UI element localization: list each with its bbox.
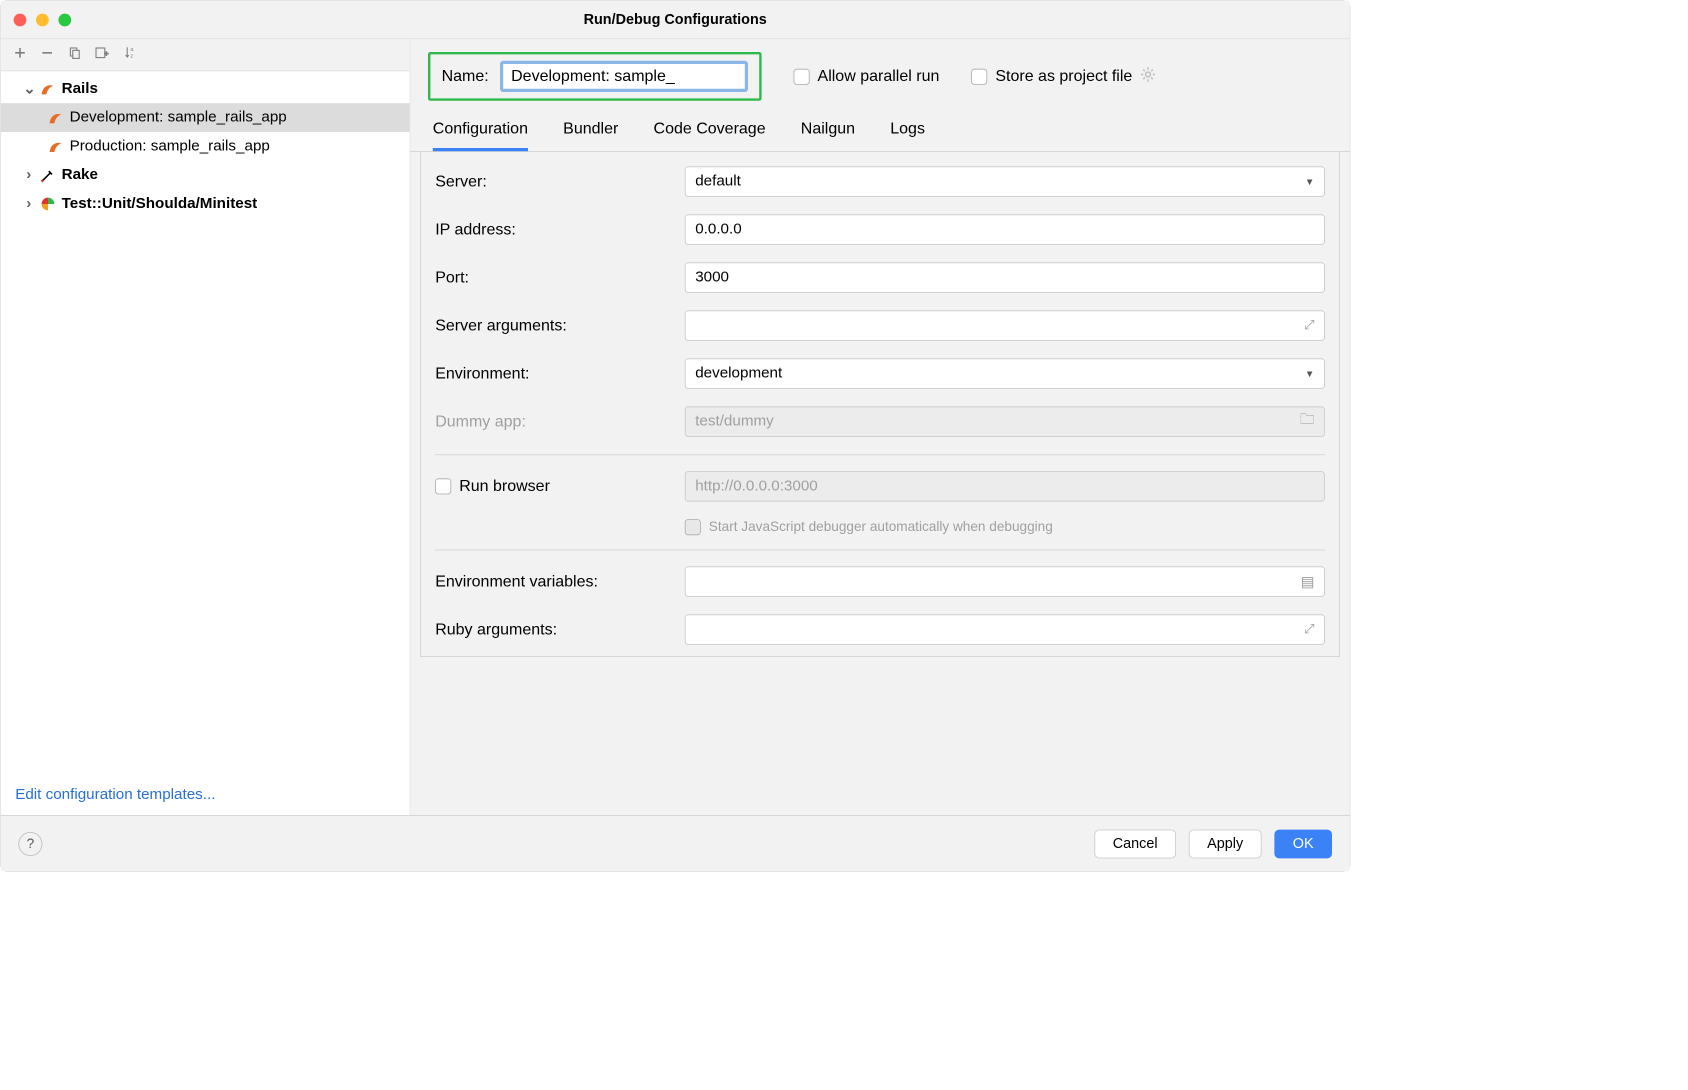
run-debug-configurations-dialog: Run/Debug Configurations az ⌄ Rails [0,0,1350,872]
tree-label: Rake [62,166,98,184]
ok-button[interactable]: OK [1274,829,1332,858]
server-args-label: Server arguments: [435,316,685,334]
run-browser-checkbox[interactable]: Run browser [435,477,685,495]
folder-icon: 🗀 [1300,410,1314,434]
help-button[interactable]: ? [18,832,42,856]
sort-alpha-button[interactable]: az [124,46,137,64]
checkbox-label: Store as project file [995,67,1132,85]
checkbox-box [685,519,701,535]
zoom-window-button[interactable] [58,13,71,26]
header-row: Name: Allow parallel run Store as projec… [410,39,1349,109]
tree-node-rake[interactable]: › Rake [1,161,410,190]
checkbox-label: Allow parallel run [818,67,940,85]
checkbox-label: Start JavaScript debugger automatically … [709,519,1053,535]
environment-value: development [695,365,782,383]
divider [435,454,1325,455]
server-args-input[interactable] [685,310,1325,340]
chevron-right-icon: › [23,166,34,184]
titlebar: Run/Debug Configurations [1,1,1350,39]
checkbox-box [435,478,451,494]
tabs: Configuration Bundler Code Coverage Nail… [410,109,1349,152]
checkbox-box [971,68,987,84]
tree-label: Production: sample_rails_app [70,138,270,156]
envvars-label: Environment variables: [435,572,685,590]
checkbox-label: Run browser [459,477,550,495]
gear-icon[interactable] [1140,66,1156,87]
tab-nailgun[interactable]: Nailgun [801,120,855,151]
svg-text:z: z [130,54,133,60]
ip-value: 0.0.0.0 [695,221,741,239]
dialog-footer: ? Cancel Apply OK [1,815,1350,871]
environment-select[interactable]: development [685,358,1325,388]
save-config-button[interactable] [95,46,109,63]
port-input[interactable]: 3000 [685,262,1325,292]
rails-icon [47,109,65,127]
list-icon[interactable]: ▤ [1301,573,1315,590]
server-select[interactable]: default [685,166,1325,196]
tree-label: Test::Unit/Shoulda/Minitest [62,195,258,213]
rails-icon [47,138,65,156]
apply-button[interactable]: Apply [1189,829,1262,858]
ruby-args-input[interactable] [685,614,1325,644]
store-as-project-file-checkbox[interactable]: Store as project file [971,66,1156,87]
remove-config-button[interactable] [41,46,54,63]
tree-label: Rails [62,80,98,98]
tree-label: Development: sample_rails_app [70,109,287,127]
ip-input[interactable]: 0.0.0.0 [685,214,1325,244]
chevron-down-icon: ⌄ [23,80,34,98]
rake-icon [39,166,57,184]
rails-icon [39,80,57,98]
dummy-app-input: test/dummy 🗀 [685,406,1325,436]
port-value: 3000 [695,269,729,287]
tab-logs[interactable]: Logs [890,120,925,151]
add-config-button[interactable] [14,46,27,63]
ruby-args-label: Ruby arguments: [435,620,685,638]
name-input[interactable] [500,61,748,92]
main-panel: Name: Allow parallel run Store as projec… [410,39,1349,815]
test-icon [39,195,57,213]
divider [435,550,1325,551]
envvars-input[interactable]: ▤ [685,566,1325,596]
environment-label: Environment: [435,364,685,382]
minimize-window-button[interactable] [36,13,49,26]
tree-node-rails[interactable]: ⌄ Rails [1,74,410,103]
tab-bundler[interactable]: Bundler [563,120,618,151]
window-title: Run/Debug Configurations [1,11,1350,28]
js-debugger-checkbox: Start JavaScript debugger automatically … [685,519,1325,535]
server-value: default [695,173,741,191]
name-highlight-box: Name: [428,52,762,101]
dummy-app-value: test/dummy [695,413,774,431]
tree-node-production[interactable]: Production: sample_rails_app [1,132,410,161]
server-label: Server: [435,172,685,190]
allow-parallel-run-checkbox[interactable]: Allow parallel run [794,67,940,85]
copy-config-button[interactable] [68,46,81,63]
browser-url-input: http://0.0.0.0:3000 [685,471,1325,501]
cancel-button[interactable]: Cancel [1094,829,1176,858]
browser-url-placeholder: http://0.0.0.0:3000 [695,478,818,496]
close-window-button[interactable] [14,13,27,26]
edit-templates-link[interactable]: Edit configuration templates... [1,775,410,815]
port-label: Port: [435,268,685,286]
checkbox-box [794,68,810,84]
dummy-app-label: Dummy app: [435,412,685,430]
sidebar: az ⌄ Rails Development: sample_rails_app [1,39,411,815]
tree-node-development[interactable]: Development: sample_rails_app [1,103,410,132]
ip-label: IP address: [435,220,685,238]
tree-node-testunit[interactable]: › Test::Unit/Shoulda/Minitest [1,190,410,219]
tab-configuration[interactable]: Configuration [433,120,528,151]
configuration-form: Server: default IP address: 0.0.0.0 Port… [420,152,1340,657]
sidebar-toolbar: az [1,39,410,71]
svg-text:a: a [130,47,134,53]
name-label: Name: [442,67,489,85]
traffic-lights [1,13,71,26]
chevron-right-icon: › [23,195,34,213]
config-tree: ⌄ Rails Development: sample_rails_app [1,71,410,775]
tab-code-coverage[interactable]: Code Coverage [654,120,766,151]
